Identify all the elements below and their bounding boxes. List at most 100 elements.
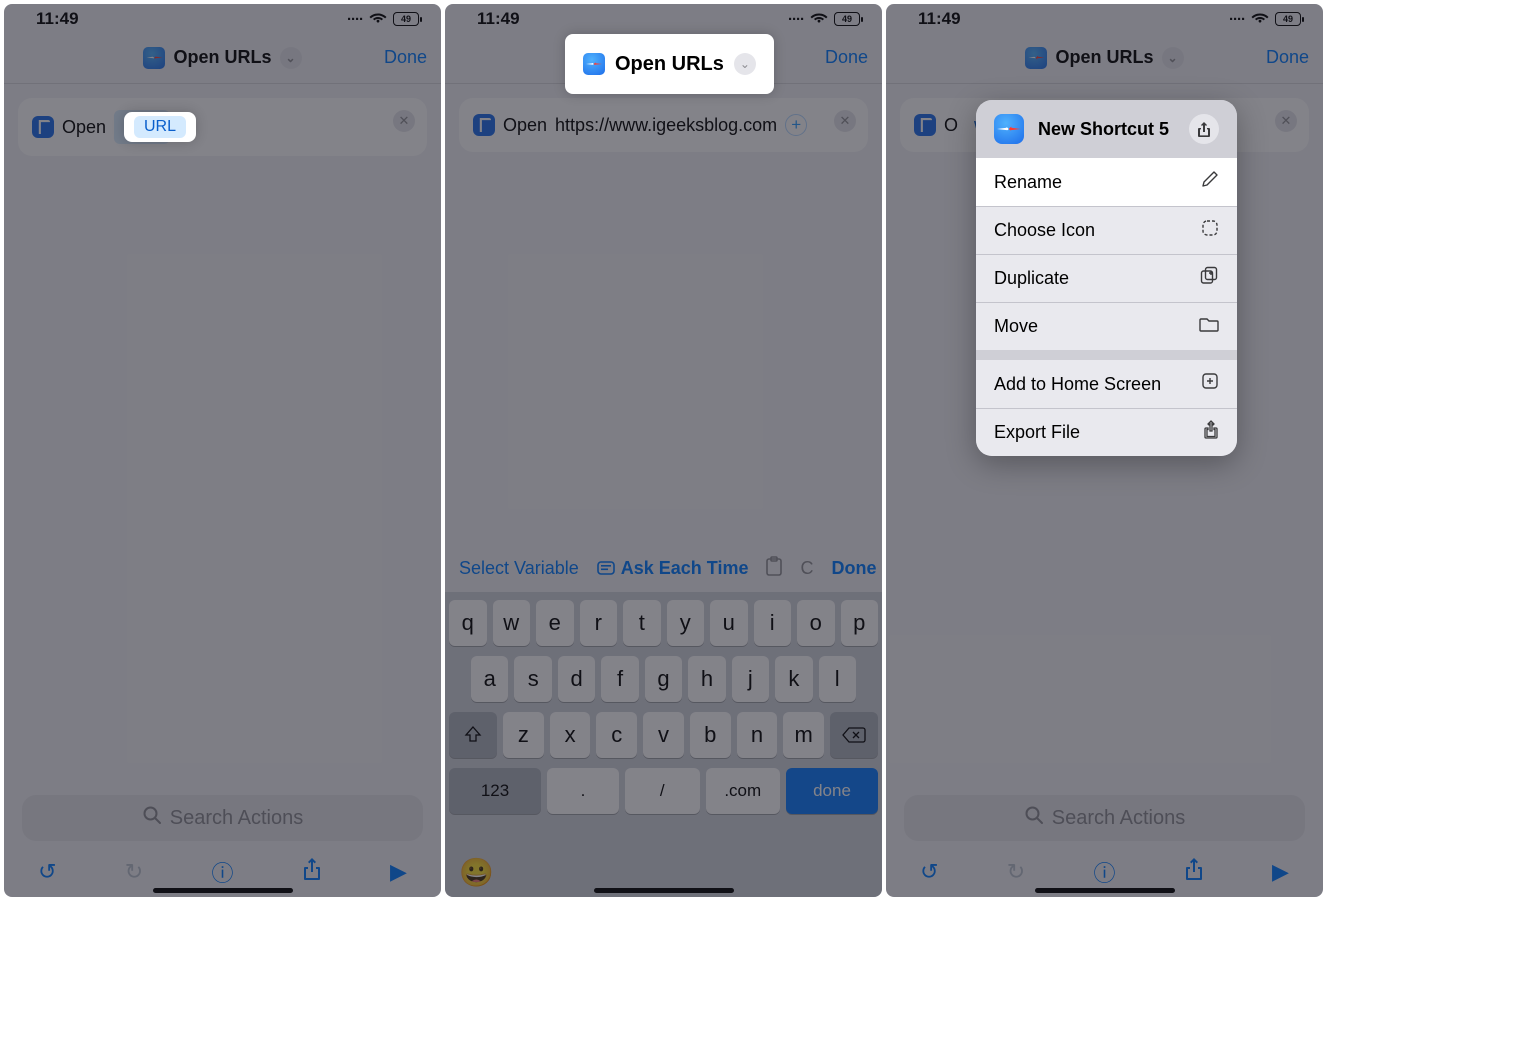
share-icon[interactable] xyxy=(302,857,322,887)
key-b[interactable]: b xyxy=(690,712,731,758)
shortcut-app-icon xyxy=(914,114,936,136)
remove-action-icon[interactable]: ✕ xyxy=(1275,110,1297,132)
go-key[interactable]: done xyxy=(786,768,878,814)
key-f[interactable]: f xyxy=(601,656,638,702)
key-q[interactable]: q xyxy=(449,600,487,646)
key-m[interactable]: m xyxy=(783,712,824,758)
period-key[interactable]: . xyxy=(547,768,619,814)
cellular-icon: ···· xyxy=(1229,11,1245,28)
key-d[interactable]: d xyxy=(558,656,595,702)
key-n[interactable]: n xyxy=(737,712,778,758)
menu-add-home[interactable]: Add to Home Screen xyxy=(976,360,1237,408)
numbers-key[interactable]: 123 xyxy=(449,768,541,814)
remove-action-icon[interactable]: ✕ xyxy=(834,110,856,132)
highlight-url-token: URL xyxy=(124,112,196,142)
select-variable-button[interactable]: Select Variable xyxy=(459,558,579,579)
slash-key[interactable]: / xyxy=(625,768,700,814)
key-z[interactable]: z xyxy=(503,712,544,758)
key-h[interactable]: h xyxy=(688,656,725,702)
pencil-icon xyxy=(1201,170,1219,194)
keyboard[interactable]: qwertyuiop asdfghjkl zxcvbnm 123 . / .co… xyxy=(445,592,882,897)
redo-icon[interactable]: ↻ xyxy=(125,859,143,885)
open-label: Open xyxy=(62,112,106,142)
done-button[interactable]: Done xyxy=(384,32,427,83)
safari-icon xyxy=(143,47,165,69)
key-l[interactable]: l xyxy=(819,656,856,702)
shortcut-app-icon xyxy=(32,116,54,138)
key-row-1: qwertyuiop xyxy=(449,600,878,646)
key-t[interactable]: t xyxy=(623,600,661,646)
screenshot-2: 11:49 ···· 49 Open URLs ⌄ Done Open http… xyxy=(445,4,882,897)
key-row-3: zxcvbnm xyxy=(449,712,878,758)
battery-icon: 49 xyxy=(834,12,860,26)
menu-export[interactable]: Export File xyxy=(976,408,1237,456)
share-icon[interactable] xyxy=(1189,114,1219,144)
shift-key[interactable] xyxy=(449,712,497,758)
key-e[interactable]: e xyxy=(536,600,574,646)
dotcom-key[interactable]: .com xyxy=(706,768,781,814)
menu-rename[interactable]: Rename xyxy=(976,158,1237,206)
export-icon xyxy=(1203,420,1219,446)
share-icon[interactable] xyxy=(1184,857,1204,887)
action-card[interactable]: Open URL ✕ xyxy=(18,98,427,156)
backspace-key[interactable] xyxy=(830,712,878,758)
remove-action-icon[interactable]: ✕ xyxy=(393,110,415,132)
status-time: 11:49 xyxy=(477,9,520,29)
add-home-icon xyxy=(1201,372,1219,396)
menu-duplicate[interactable]: Duplicate xyxy=(976,254,1237,302)
ask-each-time-button[interactable]: Ask Each Time xyxy=(597,558,749,579)
url-input[interactable]: https://www.igeeksblog.com xyxy=(555,110,777,140)
key-j[interactable]: j xyxy=(732,656,769,702)
key-v[interactable]: v xyxy=(643,712,684,758)
screenshot-1: 11:49 ···· 49 Open URLs ⌄ Done Open URL … xyxy=(4,4,441,897)
search-actions[interactable]: Search Actions xyxy=(22,795,423,841)
key-y[interactable]: y xyxy=(667,600,705,646)
toolbar-done-button[interactable]: Done xyxy=(831,558,876,579)
home-indicator xyxy=(594,888,734,893)
action-card[interactable]: Open https://www.igeeksblog.com + ✕ xyxy=(459,98,868,152)
key-a[interactable]: a xyxy=(471,656,508,702)
safari-icon xyxy=(994,114,1024,144)
search-actions[interactable]: Search Actions xyxy=(904,795,1305,841)
chevron-down-icon: ⌄ xyxy=(734,53,756,75)
info-icon[interactable]: ⓘ xyxy=(211,856,233,888)
nav-title[interactable]: Open URLs ⌄ xyxy=(1025,47,1183,69)
undo-icon[interactable]: ↺ xyxy=(920,859,938,885)
done-button[interactable]: Done xyxy=(825,32,868,83)
search-icon xyxy=(142,805,162,831)
key-c[interactable]: c xyxy=(596,712,637,758)
chevron-down-icon[interactable]: ⌄ xyxy=(280,47,302,69)
play-icon[interactable]: ▶ xyxy=(1272,859,1289,885)
key-u[interactable]: u xyxy=(710,600,748,646)
shortcut-context-sheet: New Shortcut 5 Rename Choose Icon Duplic… xyxy=(976,100,1237,456)
safari-icon xyxy=(583,53,605,75)
key-s[interactable]: s xyxy=(514,656,551,702)
icon-picker-icon xyxy=(1201,219,1219,243)
key-k[interactable]: k xyxy=(775,656,812,702)
play-icon[interactable]: ▶ xyxy=(390,859,407,885)
key-x[interactable]: x xyxy=(550,712,591,758)
status-time: 11:49 xyxy=(918,9,961,29)
menu-choose-icon[interactable]: Choose Icon xyxy=(976,206,1237,254)
key-o[interactable]: o xyxy=(797,600,835,646)
key-i[interactable]: i xyxy=(754,600,792,646)
sheet-header: New Shortcut 5 xyxy=(976,100,1237,158)
key-p[interactable]: p xyxy=(841,600,879,646)
undo-icon[interactable]: ↺ xyxy=(38,859,56,885)
info-icon[interactable]: ⓘ xyxy=(1093,856,1115,888)
status-bar: 11:49 ···· 49 xyxy=(886,4,1323,32)
chevron-down-icon[interactable]: ⌄ xyxy=(1162,47,1184,69)
key-g[interactable]: g xyxy=(645,656,682,702)
nav-header: Open URLs ⌄ Done xyxy=(4,32,441,84)
emoji-icon[interactable]: 😀 xyxy=(459,856,494,889)
add-url-icon[interactable]: + xyxy=(785,114,807,136)
variable-toolbar: Select Variable Ask Each Time C Done xyxy=(445,544,882,592)
clipboard-icon[interactable] xyxy=(766,556,782,581)
shortcut-name: New Shortcut 5 xyxy=(1038,119,1169,140)
menu-move[interactable]: Move xyxy=(976,302,1237,350)
done-button[interactable]: Done xyxy=(1266,32,1309,83)
nav-title[interactable]: Open URLs ⌄ xyxy=(143,47,301,69)
key-r[interactable]: r xyxy=(580,600,618,646)
key-w[interactable]: w xyxy=(493,600,531,646)
redo-icon[interactable]: ↻ xyxy=(1007,859,1025,885)
